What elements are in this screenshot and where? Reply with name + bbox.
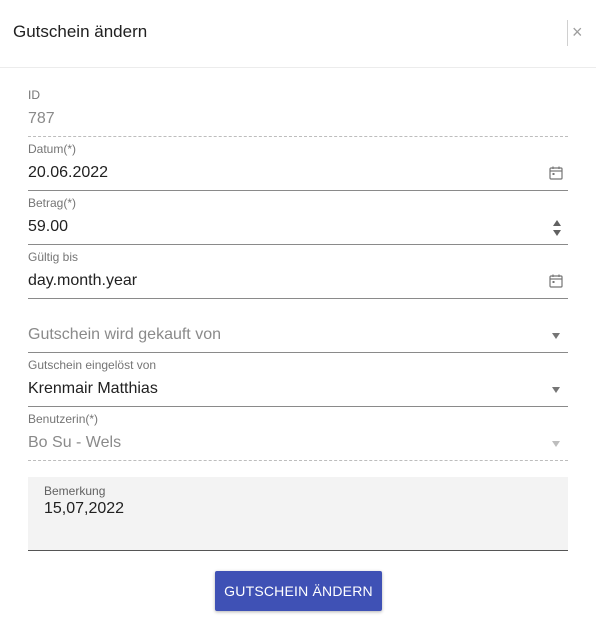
betrag-field[interactable]: Betrag(*) 59.00 bbox=[28, 196, 568, 246]
benutzerin-select: Benutzerin(*) Bo Su - Wels bbox=[28, 412, 568, 462]
gueltig-bis-input[interactable]: day.month.year bbox=[28, 272, 137, 290]
dialog-title: Gutschein ändern bbox=[13, 22, 148, 41]
calendar-icon[interactable] bbox=[549, 274, 563, 288]
calendar-icon[interactable] bbox=[549, 166, 563, 180]
gekauft-von-underline bbox=[28, 352, 568, 353]
betrag-label: Betrag(*) bbox=[28, 196, 77, 210]
spinner-icon[interactable] bbox=[552, 218, 562, 238]
submit-button[interactable]: GUTSCHEIN ÄNDERN bbox=[215, 571, 382, 611]
betrag-underline bbox=[28, 244, 568, 245]
datum-label: Datum(*) bbox=[28, 142, 77, 156]
gekauft-von-select[interactable]: Gutschein wird gekauft von bbox=[28, 304, 568, 354]
dialog-header: Gutschein ändern × bbox=[0, 0, 596, 68]
datum-input[interactable]: 20.06.2022 bbox=[28, 164, 108, 182]
id-underline bbox=[28, 136, 568, 137]
close-button[interactable]: × bbox=[567, 20, 587, 46]
gueltig-bis-underline bbox=[28, 298, 568, 299]
gekauft-von-placeholder[interactable]: Gutschein wird gekauft von bbox=[28, 326, 221, 344]
id-label: ID bbox=[28, 88, 40, 102]
eingeloest-von-select[interactable]: Gutschein eingelöst von Krenmair Matthia… bbox=[28, 358, 568, 408]
edit-voucher-dialog: Gutschein ändern × ID 787 Datum(*) 20.06… bbox=[0, 0, 596, 631]
benutzerin-value: Bo Su - Wels bbox=[28, 434, 122, 451]
chevron-down-icon[interactable] bbox=[552, 333, 560, 339]
close-icon[interactable]: × bbox=[572, 22, 583, 42]
eingeloest-von-label: Gutschein eingelöst von bbox=[28, 358, 157, 372]
eingeloest-von-value[interactable]: Krenmair Matthias bbox=[28, 380, 158, 398]
id-value: 787 bbox=[28, 110, 55, 127]
gueltig-bis-label: Gültig bis bbox=[28, 250, 79, 264]
bemerkung-label: Bemerkung bbox=[44, 484, 106, 498]
bemerkung-value[interactable]: 15,07,2022 bbox=[44, 500, 124, 518]
gueltig-bis-field[interactable]: Gültig bis day.month.year bbox=[28, 250, 568, 300]
datum-underline bbox=[28, 190, 568, 191]
benutzerin-label: Benutzerin(*) bbox=[28, 412, 99, 426]
id-field: ID 787 bbox=[28, 88, 568, 138]
eingeloest-von-underline bbox=[28, 406, 568, 407]
bemerkung-textarea[interactable]: Bemerkung 15,07,2022 bbox=[28, 477, 568, 551]
chevron-down-icon bbox=[552, 441, 560, 447]
chevron-down-icon[interactable] bbox=[552, 387, 560, 393]
datum-field[interactable]: Datum(*) 20.06.2022 bbox=[28, 142, 568, 192]
betrag-input[interactable]: 59.00 bbox=[28, 218, 68, 236]
benutzerin-underline bbox=[28, 460, 568, 461]
